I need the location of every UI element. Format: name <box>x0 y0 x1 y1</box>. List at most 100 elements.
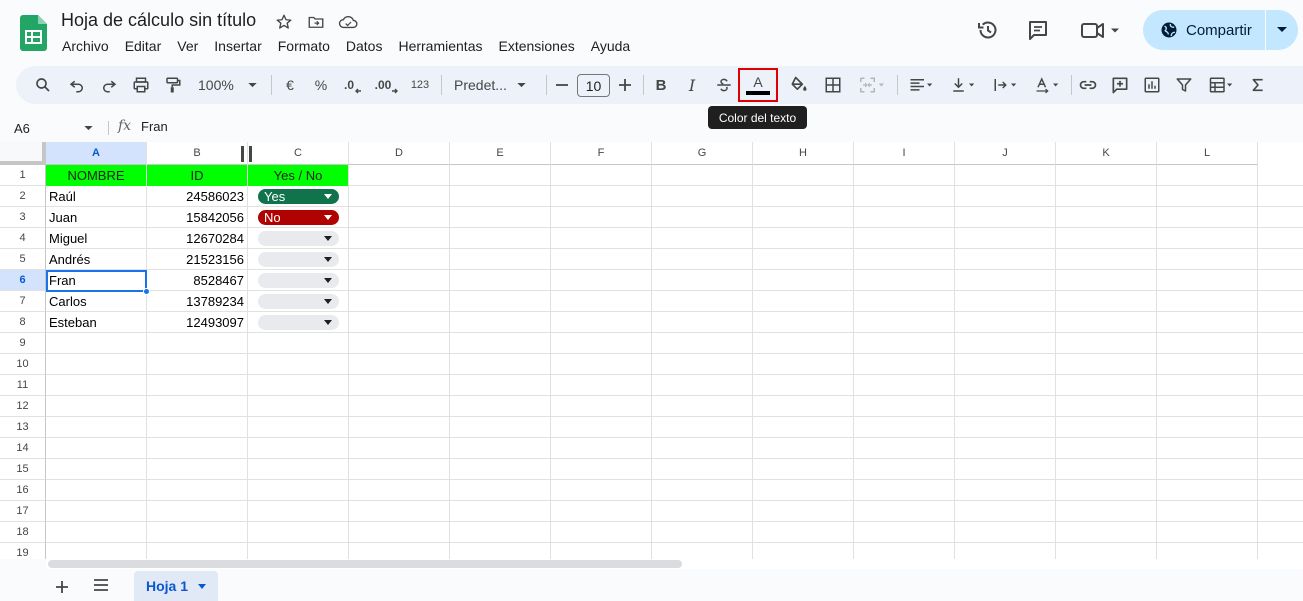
row-header-6[interactable]: 6 <box>0 270 46 291</box>
cell-id[interactable]: 13789234 <box>147 291 247 312</box>
dropdown-chip[interactable] <box>258 294 339 309</box>
text-wrapping-button[interactable] <box>986 71 1024 99</box>
vertical-align-button[interactable] <box>944 71 982 99</box>
filter-views-button[interactable] <box>1202 71 1240 99</box>
column-header-b[interactable]: B <box>147 142 248 165</box>
undo-button[interactable] <box>64 71 90 99</box>
column-header-e[interactable]: E <box>450 142 551 165</box>
row-header-15[interactable]: 15 <box>0 459 46 480</box>
share-button[interactable]: Compartir <box>1143 10 1298 50</box>
column-header-j[interactable]: J <box>955 142 1056 165</box>
menu-herramientas[interactable]: Herramientas <box>390 36 490 56</box>
currency-format-button[interactable]: € <box>278 71 302 99</box>
share-options-button[interactable] <box>1266 10 1298 50</box>
column-header-d[interactable]: D <box>349 142 450 165</box>
decrease-font-size-button[interactable] <box>552 71 572 99</box>
horizontal-scroll-thumb[interactable] <box>48 560 682 568</box>
fill-color-button[interactable] <box>786 71 812 99</box>
decrease-decimals-button[interactable]: .0 <box>340 71 366 99</box>
document-title[interactable]: Hoja de cálculo sin título <box>61 10 256 31</box>
menu-ver[interactable]: Ver <box>169 36 206 56</box>
row-header-2[interactable]: 2 <box>0 186 46 207</box>
sheets-logo-icon[interactable] <box>20 15 47 51</box>
header-cell-c[interactable]: Yes / No <box>248 165 348 186</box>
move-folder-icon[interactable] <box>306 12 326 32</box>
version-history-icon[interactable] <box>974 16 1002 44</box>
row-header-11[interactable]: 11 <box>0 375 46 396</box>
text-rotation-button[interactable] <box>1028 71 1066 99</box>
strikethrough-button[interactable] <box>712 71 736 99</box>
cell-id[interactable]: 15842056 <box>147 207 247 228</box>
cell-nombre[interactable]: Carlos <box>46 291 146 312</box>
horizontal-scrollbar[interactable] <box>46 559 1303 569</box>
font-family-select[interactable]: Predet... <box>448 71 538 99</box>
menu-editar[interactable]: Editar <box>117 36 170 56</box>
cell-nombre[interactable]: Miguel <box>46 228 146 249</box>
row-header-4[interactable]: 4 <box>0 228 46 249</box>
cell-nombre[interactable]: Juan <box>46 207 146 228</box>
borders-button[interactable] <box>820 71 846 99</box>
row-header-5[interactable]: 5 <box>0 249 46 270</box>
column-header-g[interactable]: G <box>652 142 753 165</box>
column-header-l[interactable]: L <box>1157 142 1258 165</box>
column-resize-handle[interactable] <box>241 146 252 162</box>
row-header-7[interactable]: 7 <box>0 291 46 312</box>
add-sheet-button[interactable] <box>52 577 72 597</box>
row-header-8[interactable]: 8 <box>0 312 46 333</box>
create-filter-button[interactable] <box>1171 71 1197 99</box>
column-header-a[interactable]: A <box>46 142 147 165</box>
star-icon[interactable] <box>274 12 294 32</box>
menu-archivo[interactable]: Archivo <box>54 36 117 56</box>
merge-cells-button[interactable] <box>852 71 892 99</box>
menu-ayuda[interactable]: Ayuda <box>583 36 638 56</box>
column-header-k[interactable]: K <box>1056 142 1157 165</box>
cell-nombre[interactable]: Esteban <box>46 312 146 333</box>
cell-id[interactable]: 8528467 <box>147 270 247 291</box>
row-header-14[interactable]: 14 <box>0 438 46 459</box>
dropdown-chip[interactable]: Yes <box>258 189 339 204</box>
row-header-1[interactable]: 1 <box>0 165 46 186</box>
row-header-16[interactable]: 16 <box>0 480 46 501</box>
header-cell-a[interactable]: NOMBRE <box>46 165 146 186</box>
cell-id[interactable]: 12493097 <box>147 312 247 333</box>
zoom-select[interactable]: 100% <box>192 71 264 99</box>
menu-insertar[interactable]: Insertar <box>206 36 269 56</box>
row-header-17[interactable]: 17 <box>0 501 46 522</box>
bold-button[interactable]: B <box>649 71 673 99</box>
row-header-9[interactable]: 9 <box>0 333 46 354</box>
column-header-f[interactable]: F <box>551 142 652 165</box>
cell-id[interactable]: 21523156 <box>147 249 247 270</box>
formula-input[interactable]: Fran <box>141 119 168 134</box>
menu-datos[interactable]: Datos <box>338 36 391 56</box>
menu-formato[interactable]: Formato <box>270 36 338 56</box>
sheet-tab[interactable]: Hoja 1 <box>134 571 218 601</box>
menu-extensiones[interactable]: Extensiones <box>490 36 582 56</box>
redo-button[interactable] <box>96 71 122 99</box>
name-box[interactable]: A6 <box>14 119 98 137</box>
row-header-18[interactable]: 18 <box>0 522 46 543</box>
header-cell-b[interactable]: ID <box>147 165 247 186</box>
dropdown-chip[interactable] <box>258 252 339 267</box>
column-header-i[interactable]: I <box>854 142 955 165</box>
cell-id[interactable]: 24586023 <box>147 186 247 207</box>
paint-format-button[interactable] <box>160 71 186 99</box>
select-all-corner[interactable] <box>0 142 46 165</box>
row-header-10[interactable]: 10 <box>0 354 46 375</box>
functions-button[interactable] <box>1246 71 1270 99</box>
insert-link-button[interactable] <box>1075 71 1101 99</box>
horizontal-align-button[interactable] <box>902 71 940 99</box>
share-main-button[interactable]: Compartir <box>1143 10 1265 50</box>
cell-nombre[interactable]: Raúl <box>46 186 146 207</box>
dropdown-chip[interactable]: No <box>258 210 339 225</box>
cloud-saved-icon[interactable] <box>338 12 358 32</box>
increase-font-size-button[interactable] <box>615 71 635 99</box>
search-menus-button[interactable] <box>30 71 56 99</box>
row-header-12[interactable]: 12 <box>0 396 46 417</box>
all-sheets-button[interactable] <box>92 578 112 598</box>
insert-chart-button[interactable] <box>1139 71 1165 99</box>
print-button[interactable] <box>128 71 154 99</box>
fill-handle[interactable] <box>143 288 150 295</box>
row-header-13[interactable]: 13 <box>0 417 46 438</box>
italic-button[interactable]: I <box>680 71 704 99</box>
row-header-19[interactable]: 19 <box>0 543 46 559</box>
